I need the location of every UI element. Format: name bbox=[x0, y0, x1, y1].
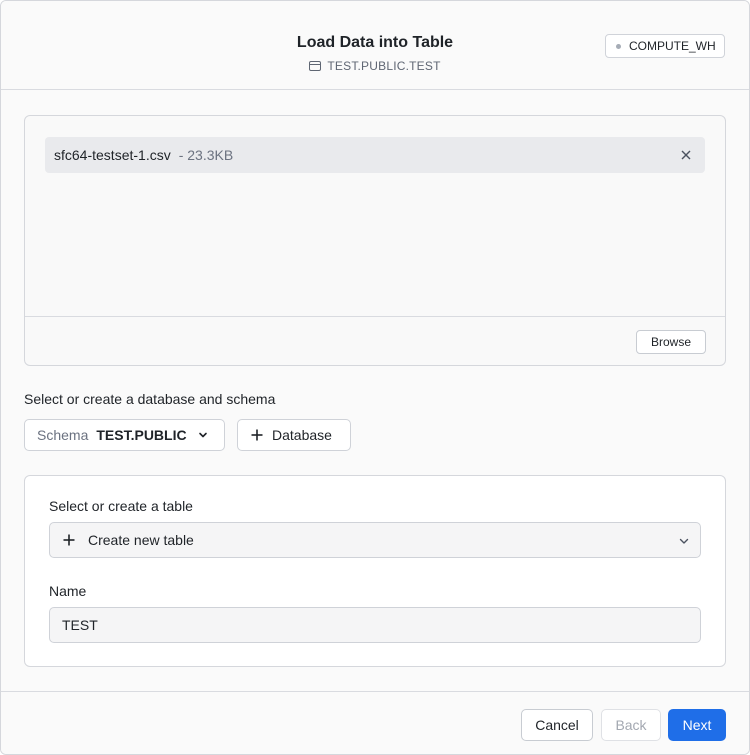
plus-icon bbox=[251, 429, 263, 441]
schema-dropdown[interactable]: Schema TEST.PUBLIC bbox=[24, 419, 225, 451]
table-name-input[interactable] bbox=[49, 607, 701, 643]
warehouse-selector[interactable]: COMPUTE_WH bbox=[605, 34, 725, 58]
file-dropzone[interactable]: sfc64-testset-1.csv - 23.3KB Browse bbox=[24, 115, 726, 366]
dropzone-footer: Browse bbox=[25, 316, 725, 366]
table-icon bbox=[309, 61, 322, 71]
table-dropdown[interactable]: Create new table bbox=[49, 522, 701, 558]
dialog-footer: Cancel Back Next bbox=[1, 691, 749, 754]
warehouse-name: COMPUTE_WH bbox=[629, 39, 716, 53]
file-name: sfc64-testset-1.csv bbox=[54, 147, 171, 163]
back-button[interactable]: Back bbox=[601, 709, 661, 741]
table-section-label: Select or create a table bbox=[49, 498, 193, 514]
add-database-button[interactable]: Database bbox=[237, 419, 351, 451]
add-database-label: Database bbox=[272, 427, 332, 443]
target-table-path: TEST.PUBLIC.TEST bbox=[327, 59, 441, 73]
close-icon[interactable] bbox=[677, 146, 695, 164]
chevron-down-icon bbox=[679, 538, 689, 544]
cancel-button[interactable]: Cancel bbox=[521, 709, 593, 741]
name-label: Name bbox=[49, 583, 87, 599]
schema-prefix: Schema bbox=[37, 427, 89, 443]
status-dot-icon bbox=[616, 43, 621, 49]
dialog-header: Load Data into Table TEST.PUBLIC.TEST CO… bbox=[1, 1, 749, 90]
file-size: - 23.3KB bbox=[178, 147, 234, 163]
next-button[interactable]: Next bbox=[668, 709, 726, 741]
chevron-down-icon bbox=[198, 432, 207, 438]
table-selection-card: Select or create a table Create new tabl… bbox=[24, 475, 726, 667]
schema-section-label: Select or create a database and schema bbox=[24, 391, 276, 407]
plus-icon bbox=[63, 534, 75, 546]
load-data-dialog: Load Data into Table TEST.PUBLIC.TEST CO… bbox=[0, 0, 750, 755]
schema-value: TEST.PUBLIC bbox=[96, 427, 187, 443]
uploaded-file-item: sfc64-testset-1.csv - 23.3KB bbox=[45, 137, 705, 173]
dialog-subtitle: TEST.PUBLIC.TEST bbox=[1, 59, 749, 73]
table-dropdown-value: Create new table bbox=[88, 532, 194, 548]
browse-button[interactable]: Browse bbox=[636, 330, 706, 354]
